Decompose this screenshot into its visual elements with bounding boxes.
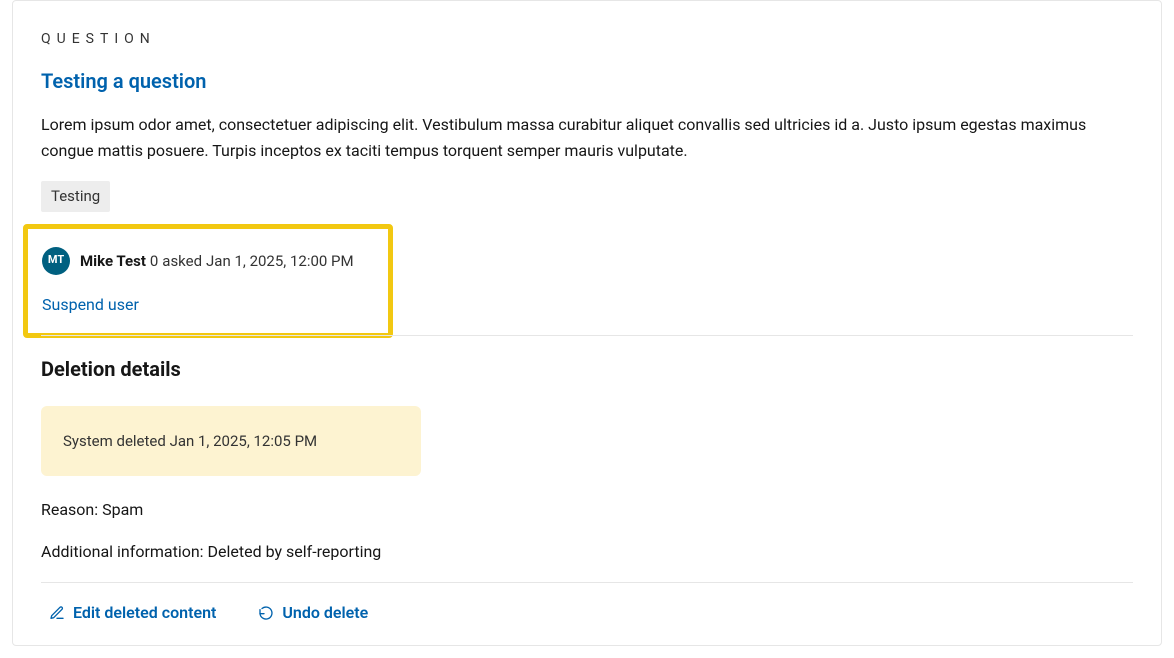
deletion-details-heading: Deletion details — [41, 354, 1133, 384]
reason-label: Reason: — [41, 500, 98, 519]
question-title-link[interactable]: Testing a question — [41, 66, 206, 96]
undo-icon — [258, 605, 274, 621]
suspend-user-link[interactable]: Suspend user — [42, 295, 139, 314]
author-timestamp: Jan 1, 2025, 12:00 PM — [206, 252, 354, 270]
deletion-additional-info: Additional information: Deleted by self-… — [41, 540, 1133, 564]
actions-bar: Edit deleted content Undo delete — [41, 582, 1133, 625]
tag-testing[interactable]: Testing — [41, 181, 110, 212]
pencil-icon — [49, 605, 65, 621]
author-action-verb: asked — [162, 252, 202, 270]
deletion-banner: System deleted Jan 1, 2025, 12:05 PM — [41, 406, 421, 477]
author-meta-line: Mike Test 0 asked Jan 1, 2025, 12:00 PM — [80, 249, 354, 273]
question-body: Lorem ipsum odor amet, consectetuer adip… — [41, 112, 1133, 163]
deletion-reason: Reason: Spam — [41, 498, 1133, 522]
question-label: QUESTION — [41, 29, 1133, 50]
reason-value: Spam — [102, 500, 143, 519]
author-highlight-box: MT Mike Test 0 asked Jan 1, 2025, 12:00 … — [23, 224, 393, 338]
avatar[interactable]: MT — [42, 247, 70, 275]
divider — [41, 335, 1133, 336]
author-reputation: 0 — [150, 252, 158, 270]
undo-delete-button[interactable]: Undo delete — [250, 601, 368, 625]
deletion-banner-prefix: System deleted — [63, 432, 166, 450]
author-name[interactable]: Mike Test — [80, 252, 146, 270]
edit-label: Edit deleted content — [73, 601, 216, 625]
question-card: QUESTION Testing a question Lorem ipsum … — [12, 0, 1162, 646]
undo-label: Undo delete — [282, 601, 368, 625]
edit-deleted-content-button[interactable]: Edit deleted content — [41, 601, 216, 625]
author-row: MT Mike Test 0 asked Jan 1, 2025, 12:00 … — [42, 247, 374, 275]
deletion-banner-time: Jan 1, 2025, 12:05 PM — [170, 432, 318, 450]
additional-label: Additional information: — [41, 542, 204, 561]
additional-value: Deleted by self-reporting — [208, 542, 382, 561]
